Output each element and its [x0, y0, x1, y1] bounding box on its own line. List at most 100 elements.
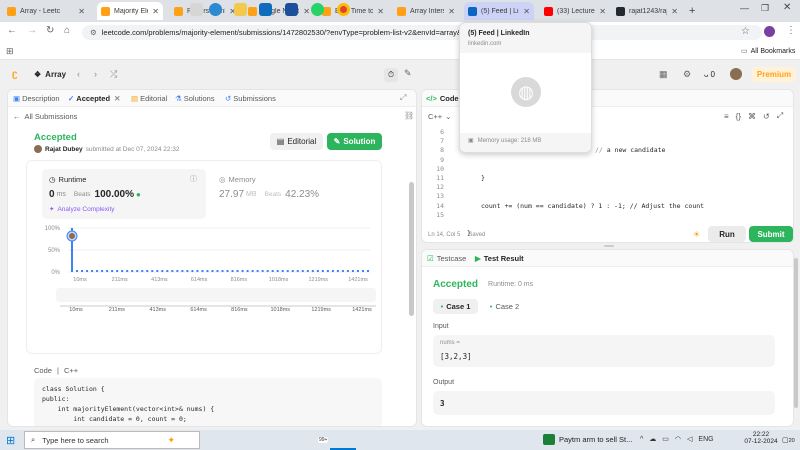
input-value: [3,2,3]: [440, 352, 472, 361]
settings-gear-icon[interactable]: ⚙: [683, 69, 691, 80]
right-scrollbar[interactable]: [794, 258, 798, 408]
browser-tab-6[interactable]: (5) Feed | Lin ✕: [464, 2, 534, 20]
close-tab-icon[interactable]: ✕: [667, 7, 678, 16]
resize-handle[interactable]: [604, 245, 614, 247]
debug-icon[interactable]: ☀: [693, 230, 700, 239]
author-name[interactable]: Rajat Dubey: [45, 146, 83, 153]
clock[interactable]: 22:22 07-12-2024: [743, 431, 779, 445]
tab-submissions[interactable]: ↺ Submissions: [225, 94, 276, 103]
problem-list-button[interactable]: ❖ Array: [34, 70, 66, 79]
input-language[interactable]: ENG: [698, 436, 713, 443]
reset-icon[interactable]: ↺: [763, 112, 770, 121]
browser-tab-2[interactable]: Reverse Linke✕: [170, 2, 240, 20]
menu-kebab-icon[interactable]: ⋮: [786, 25, 796, 36]
close-window-icon[interactable]: ✕: [783, 2, 791, 13]
format-icon[interactable]: ≡: [724, 112, 729, 121]
minimize-icon[interactable]: —: [740, 3, 749, 13]
mail-icon[interactable]: [259, 3, 272, 16]
close-tab-icon[interactable]: ✕: [74, 7, 85, 16]
all-bookmarks[interactable]: ▭ All Bookmarks: [741, 47, 795, 56]
tab-testcase[interactable]: ☑ Testcase: [427, 254, 466, 263]
solution-button[interactable]: ✎ Solution: [327, 133, 382, 150]
news-widget[interactable]: Paytm arm to sell St...: [543, 434, 632, 445]
browser-tab-5[interactable]: Array Interse✕: [393, 2, 459, 20]
close-tab-icon[interactable]: ✕: [114, 94, 120, 103]
fullscreen-icon[interactable]: ⤢: [777, 111, 783, 121]
shuffle-icon[interactable]: ⤮: [110, 69, 117, 80]
url-field[interactable]: ⚙ leetcode.com/problems/majority-element…: [82, 25, 762, 40]
memory-header[interactable]: ◎ Memory: [219, 175, 256, 184]
link-icon[interactable]: ⛓: [404, 111, 414, 120]
close-tab-icon[interactable]: ✕: [595, 7, 606, 16]
code-line: class Solution {: [42, 385, 105, 393]
runtime-box[interactable]: ◷ Runtime ⓘ 0 ms Beats 100.00% ● ✦ Analyze…: [42, 169, 206, 219]
edge-icon[interactable]: [209, 3, 222, 16]
bookmark-star-icon[interactable]: ☆: [741, 26, 750, 37]
all-submissions-link[interactable]: ← All Submissions: [13, 112, 77, 121]
close-tab-icon[interactable]: ✕: [373, 7, 384, 16]
maximize-icon[interactable]: ❐: [761, 3, 769, 14]
chrome-icon[interactable]: [337, 3, 350, 16]
close-tab-icon[interactable]: ✕: [148, 7, 159, 16]
chevron-up-icon[interactable]: ^: [640, 436, 643, 443]
layout-icon[interactable]: ▦: [659, 69, 668, 80]
notification-center[interactable]: ▢20: [782, 436, 795, 444]
run-button[interactable]: Run: [708, 226, 746, 242]
tab-code[interactable]: </> Code: [426, 94, 459, 103]
browser-tab-3[interactable]: Single Numbe✕: [244, 2, 314, 20]
home-icon[interactable]: ⌂: [64, 25, 70, 36]
battery-icon[interactable]: ▭: [662, 435, 669, 443]
minimap-label: 1018ms: [270, 307, 290, 313]
volume-icon[interactable]: ◁: [687, 435, 692, 443]
windows-start-icon[interactable]: ⊞: [6, 434, 15, 447]
close-tab-icon[interactable]: ✕: [299, 7, 310, 16]
search-icon: ⌕: [31, 435, 36, 444]
back-icon[interactable]: ←: [7, 25, 17, 36]
browser-tab-0[interactable]: Array - Leetc ✕: [3, 2, 89, 20]
code-preview[interactable]: class Solution {public: int majorityElem…: [34, 378, 382, 426]
onedrive-icon[interactable]: ☁: [649, 435, 656, 443]
task-view-icon[interactable]: [190, 3, 203, 16]
tab-editorial[interactable]: ▤ Editorial: [131, 94, 167, 103]
browser-tab-7[interactable]: (33) Lecture ✕: [540, 2, 610, 20]
browser-tab-8[interactable]: rajat1243/raj ✕: [612, 2, 682, 20]
browser-tab-4[interactable]: Best Time to ✕: [318, 2, 388, 20]
whatsapp-icon[interactable]: [311, 3, 324, 16]
reload-icon[interactable]: ↻: [46, 25, 54, 36]
browser-tab-1[interactable]: Majority Elem✕: [97, 2, 163, 20]
tab-description[interactable]: ▣ Description: [13, 94, 60, 103]
case-2-tab[interactable]: • Case 2: [482, 299, 527, 314]
shortcut-icon[interactable]: ⌘: [748, 112, 756, 121]
analyze-complexity-link[interactable]: ✦ Analyze Complexity: [49, 205, 115, 214]
site-info-icon[interactable]: ⚙: [90, 28, 97, 37]
prev-problem-icon[interactable]: ‹: [77, 69, 80, 79]
forward-icon[interactable]: →: [27, 25, 37, 36]
profile-avatar[interactable]: [764, 26, 775, 37]
apps-grid-icon[interactable]: ⊞: [6, 46, 14, 57]
timer-icon[interactable]: ⏱: [384, 68, 398, 82]
file-explorer-icon[interactable]: [234, 3, 247, 16]
store-icon[interactable]: [285, 3, 298, 16]
premium-button[interactable]: Premium: [752, 67, 796, 82]
new-tab-icon[interactable]: +: [689, 5, 695, 17]
tab-solutions[interactable]: ⚗ Solutions: [175, 94, 215, 103]
case-1-tab[interactable]: • Case 1: [433, 299, 478, 314]
leetcode-logo-icon[interactable]: ʗ: [12, 69, 22, 80]
wifi-icon[interactable]: ◠: [675, 435, 681, 443]
tab-test-result[interactable]: ▶ Test Result: [475, 254, 524, 263]
taskbar-search[interactable]: ⌕ Type here to search ✦: [24, 431, 200, 449]
next-problem-icon[interactable]: ›: [94, 69, 97, 79]
braces-icon[interactable]: {}: [736, 112, 741, 121]
left-scrollbar[interactable]: [409, 182, 414, 316]
expand-icon[interactable]: ⤢: [400, 93, 406, 103]
close-tab-icon[interactable]: ✕: [444, 7, 455, 16]
language-select[interactable]: C++ ⌄: [428, 112, 451, 121]
close-tab-icon[interactable]: ✕: [519, 7, 530, 16]
tab-accepted[interactable]: ✓ Accepted ✕: [68, 94, 120, 103]
submit-button[interactable]: Submit: [749, 226, 793, 242]
notes-icon[interactable]: ✎: [404, 68, 412, 79]
streak-counter[interactable]: ᴗ 0: [704, 70, 715, 79]
user-avatar[interactable]: [730, 68, 742, 80]
info-icon[interactable]: ⓘ: [190, 174, 197, 184]
editorial-button[interactable]: ▤ Editorial: [270, 133, 323, 150]
